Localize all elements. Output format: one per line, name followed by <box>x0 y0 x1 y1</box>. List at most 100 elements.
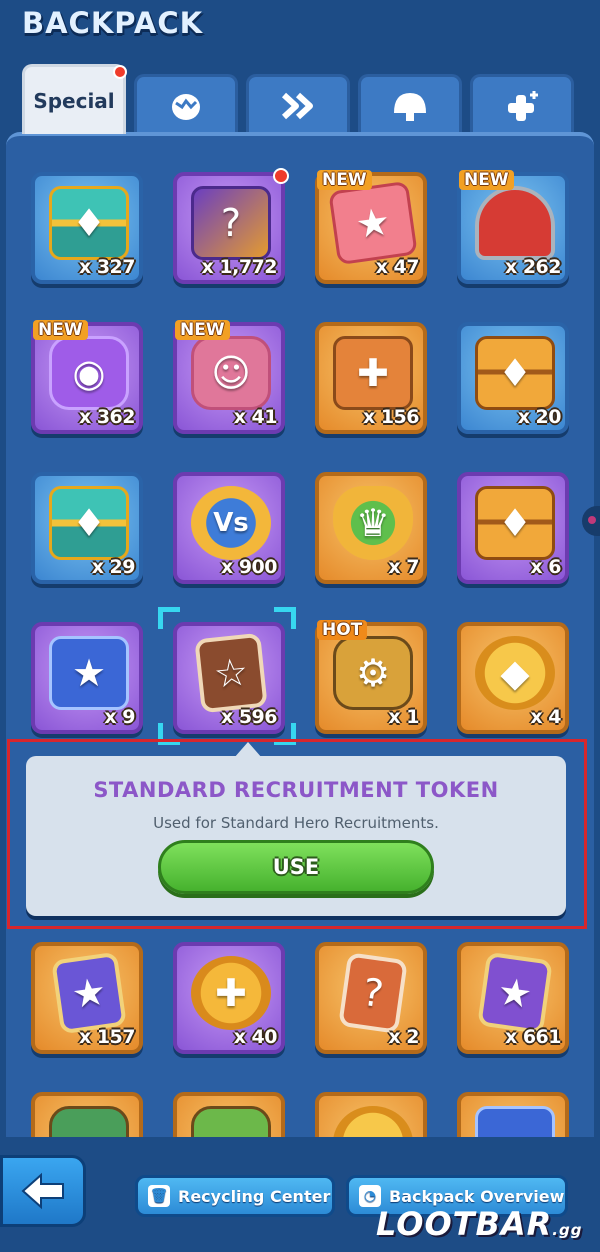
item-quantity: x 157 <box>78 1026 136 1048</box>
item-quantity: x 596 <box>220 706 278 728</box>
selection-corner <box>274 607 296 629</box>
orange-chest-icon: ♦ <box>475 486 555 560</box>
purple-star-card-icon: ★ <box>477 951 553 1035</box>
item-quantity: x 362 <box>78 406 136 428</box>
item-slot[interactable]: ★ x 661 <box>457 942 569 1054</box>
item-quantity: x 7 <box>388 556 419 578</box>
double-chevron-icon <box>281 92 313 119</box>
new-badge: NEW <box>459 170 514 190</box>
crown-badge-icon: ♛ <box>333 486 413 560</box>
item-quantity: x 327 <box>78 256 136 278</box>
mystery-box-icon: ? <box>191 186 271 260</box>
tab-bar: Special <box>22 64 582 134</box>
trash-icon: 🗑 <box>148 1185 170 1207</box>
item-quantity: x 29 <box>91 556 136 578</box>
recycling-center-label: Recycling Center <box>178 1186 331 1206</box>
watermark-suffix: .gg <box>552 1221 583 1239</box>
notification-dot <box>113 65 127 79</box>
item-slot[interactable]: ♦ x 6 <box>457 472 569 584</box>
item-quantity: x 156 <box>362 406 420 428</box>
tab-consumables[interactable] <box>470 74 574 134</box>
item-slot[interactable]: ★ x 157 <box>31 942 143 1054</box>
item-slot[interactable]: Vs x 900 <box>173 472 285 584</box>
item-slot[interactable]: ★ x 9 <box>31 622 143 734</box>
vs-medal-icon: Vs <box>191 486 271 560</box>
item-slot[interactable]: ? x 2 <box>315 942 427 1054</box>
dragon-figure-icon <box>49 1106 129 1137</box>
drum-icon <box>475 186 555 260</box>
mystery-card-icon: ? <box>338 952 408 1034</box>
item-slot[interactable] <box>31 1092 143 1137</box>
item-slot[interactable]: ★ NEW x 47 <box>315 170 427 284</box>
item-quantity: x 9 <box>104 706 135 728</box>
item-quantity: x 6 <box>530 556 561 578</box>
gold-coin-icon: ◆ <box>475 636 555 710</box>
watermark-logo: LOOTBAR.gg <box>376 1205 582 1243</box>
item-slot[interactable]: ♦ x 20 <box>457 322 569 434</box>
tab-gear[interactable] <box>358 74 462 134</box>
item-slot[interactable]: ⚙ HOT x 1 <box>315 620 427 734</box>
plus-cross-icon <box>508 90 538 121</box>
tab-special-label: Special <box>33 88 115 113</box>
item-slot[interactable]: ✚ x 40 <box>173 942 285 1054</box>
item-slot[interactable]: ♛ x 7 <box>315 472 427 584</box>
gamepad-coin-icon: ✚ <box>191 956 271 1030</box>
item-slot[interactable]: ? x 1,772 <box>173 168 289 284</box>
item-quantity: x 40 <box>233 1026 278 1048</box>
item-quantity: x 1 <box>388 706 419 728</box>
notification-dot <box>273 168 289 184</box>
hot-badge: HOT <box>317 620 368 640</box>
item-panel: ♦ x 327 ? x 1,772 ★ NEW x 47 NEW x 262 ◉… <box>6 132 594 1137</box>
egg-icon <box>172 93 200 120</box>
recruitment-card-icon: ☆ <box>194 632 268 714</box>
item-quantity: x 1,772 <box>201 256 278 278</box>
watermark-main: LOOTBAR <box>376 1205 553 1243</box>
item-slot[interactable] <box>315 1092 427 1137</box>
item-slot-selected[interactable]: ☆ x 596 <box>173 622 285 734</box>
hero-puzzle-icon: ☺ <box>191 336 271 410</box>
star-ticket-icon: ★ <box>328 180 418 266</box>
item-slot[interactable]: ☺ NEW x 41 <box>173 320 285 434</box>
tab-eggs[interactable] <box>134 74 238 134</box>
teal-chest-icon: ♦ <box>49 186 129 260</box>
item-quantity: x 262 <box>504 256 562 278</box>
new-badge: NEW <box>175 320 230 340</box>
item-slot[interactable]: ◆ x 4 <box>457 622 569 734</box>
crate-icon: ✚ <box>333 336 413 410</box>
orange-chest-icon: ♦ <box>475 336 555 410</box>
item-quantity: x 4 <box>530 706 561 728</box>
new-badge: NEW <box>33 320 88 340</box>
mech-icon: ⚙ <box>333 636 413 710</box>
item-quantity: x 20 <box>517 406 562 428</box>
page-title: BACKPACK <box>22 6 204 40</box>
item-slot[interactable]: ◉ NEW x 362 <box>31 320 143 434</box>
teal-chest-icon: ♦ <box>49 486 129 560</box>
turtle-figure-icon <box>191 1106 271 1137</box>
tab-special[interactable]: Special <box>22 64 127 134</box>
item-slot[interactable] <box>457 1092 569 1137</box>
item-quantity: x 2 <box>388 1026 419 1048</box>
selection-corner <box>158 607 180 629</box>
tab-upgrades[interactable] <box>246 74 350 134</box>
item-slot[interactable]: NEW x 262 <box>457 170 569 284</box>
back-arrow-icon <box>21 1172 64 1210</box>
blue-star-box-icon: ★ <box>49 636 129 710</box>
recycling-center-button[interactable]: 🗑 Recycling Center <box>135 1175 335 1217</box>
item-quantity: x 41 <box>233 406 278 428</box>
coin-stack-icon <box>333 1106 413 1137</box>
back-button[interactable] <box>0 1155 86 1227</box>
item-quantity: x 900 <box>220 556 278 578</box>
item-slot[interactable]: ♦ x 29 <box>31 472 143 584</box>
item-quantity: x 661 <box>504 1026 562 1048</box>
pie-chart-icon: ◔ <box>359 1185 381 1207</box>
item-quantity: x 47 <box>375 256 420 278</box>
backpack-overview-label: Backpack Overview <box>389 1186 565 1206</box>
star-card-icon: ★ <box>51 951 127 1035</box>
tower-figure-icon <box>475 1106 555 1137</box>
item-slot[interactable] <box>173 1092 285 1137</box>
highlight-box <box>7 739 587 929</box>
item-slot[interactable]: ✚ x 156 <box>315 322 427 434</box>
item-slot[interactable]: ♦ x 327 <box>31 172 143 284</box>
puzzle-piece-icon: ◉ <box>49 336 129 410</box>
helmet-icon <box>394 92 426 121</box>
